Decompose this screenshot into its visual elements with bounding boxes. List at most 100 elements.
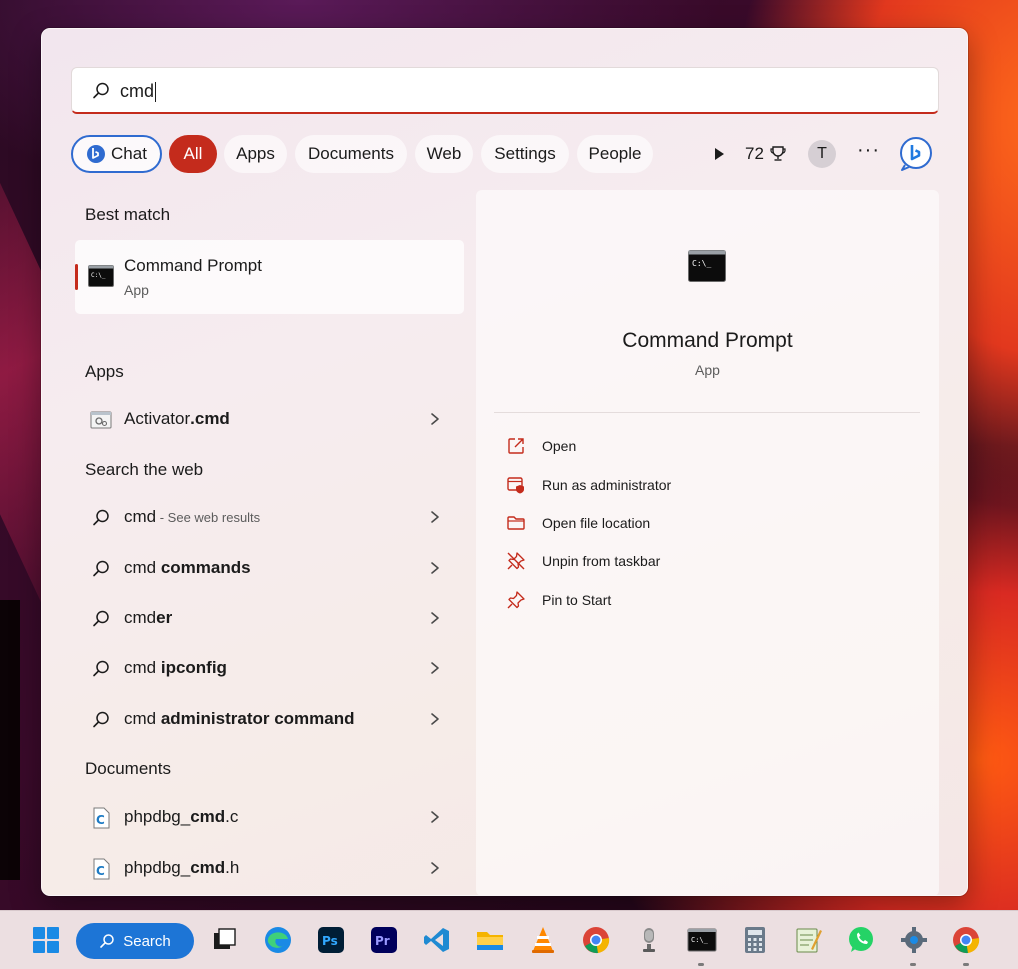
settings-icon[interactable] <box>899 925 929 955</box>
web-result-label: cmder <box>124 608 173 627</box>
command-prompt-icon[interactable]: C:\_ <box>687 925 717 955</box>
edge-icon[interactable] <box>263 925 293 955</box>
whatsapp-icon[interactable] <box>846 925 876 955</box>
rewards-points[interactable]: 72 <box>745 144 788 164</box>
search-icon <box>93 82 109 99</box>
web-result-row[interactable]: cmd - See web results <box>75 495 464 539</box>
search-input[interactable]: cmd <box>120 81 157 103</box>
run-as-admin-action[interactable]: Run as administrator <box>506 470 906 500</box>
svg-text:Pr: Pr <box>375 934 390 948</box>
document-result-row[interactable]: C phpdbg_cmd.c <box>75 795 464 839</box>
chat-filter-button[interactable]: Chat <box>71 135 162 173</box>
chrome-icon-2[interactable] <box>951 925 981 955</box>
all-filter-label: All <box>183 144 203 163</box>
svg-text:C:\_: C:\_ <box>91 272 106 279</box>
search-icon <box>93 711 109 728</box>
search-icon <box>100 934 114 948</box>
photoshop-icon[interactable]: Ps <box>316 925 346 955</box>
apps-filter-label: Apps <box>236 144 275 163</box>
task-view-icon[interactable] <box>210 925 240 955</box>
documents-heading: Documents <box>85 759 171 778</box>
action-label: Run as administrator <box>542 477 672 493</box>
selection-indicator <box>75 264 78 290</box>
open-action[interactable]: Open <box>506 431 906 461</box>
c-source-file-icon: C <box>93 807 110 829</box>
open-file-location-action[interactable]: Open file location <box>506 508 906 538</box>
chevron-right-icon <box>431 713 439 725</box>
pin-icon <box>507 591 525 609</box>
pin-to-start-action[interactable]: Pin to Start <box>506 585 906 615</box>
filter-bar: Chat All Apps Documents Web Settings Peo… <box>71 135 939 175</box>
chevron-right-icon <box>431 511 439 523</box>
web-result-label: cmd administrator command <box>124 709 355 728</box>
web-result-label: cmd ipconfig <box>124 658 227 677</box>
all-filter-button[interactable]: All <box>169 135 217 173</box>
unpin-icon <box>507 552 525 570</box>
best-match-item[interactable]: C:\_ Command Prompt App <box>75 240 464 314</box>
settings-filter-label: Settings <box>494 144 556 163</box>
web-result-row[interactable]: cmd ipconfig <box>75 646 464 690</box>
action-label: Pin to Start <box>542 592 612 608</box>
vscode-icon[interactable] <box>422 925 452 955</box>
document-result-row[interactable]: C phpdbg_cmd.h <box>75 846 464 890</box>
apps-filter-button[interactable]: Apps <box>224 135 287 173</box>
account-avatar[interactable]: T <box>808 140 836 168</box>
action-label: Unpin from taskbar <box>542 553 661 569</box>
search-icon <box>93 509 109 526</box>
documents-filter-label: Documents <box>308 144 394 163</box>
windows-start-icon[interactable] <box>31 925 61 955</box>
web-result-row[interactable]: cmder <box>75 596 464 640</box>
chevron-right-icon <box>431 662 439 674</box>
running-indicator <box>910 963 916 966</box>
best-match-type: App <box>124 282 149 298</box>
search-box[interactable]: cmd <box>71 67 939 114</box>
documents-filter-button[interactable]: Documents <box>295 135 407 173</box>
web-result-row[interactable]: cmd administrator command <box>75 697 464 741</box>
document-result-label: phpdbg_cmd.c <box>124 807 239 826</box>
web-filter-button[interactable]: Web <box>415 135 473 173</box>
play-more-icon[interactable] <box>711 146 727 162</box>
notepad-icon[interactable] <box>793 925 823 955</box>
file-explorer-icon[interactable] <box>475 925 505 955</box>
chevron-right-icon <box>431 562 439 574</box>
settings-filter-button[interactable]: Settings <box>481 135 569 173</box>
chevron-right-icon <box>431 612 439 624</box>
c-header-file-icon: C <box>93 858 110 880</box>
app-result-row[interactable]: Activator.cmd <box>75 397 464 441</box>
people-filter-button[interactable]: People <box>577 135 653 173</box>
best-match-name: Command Prompt <box>124 256 262 275</box>
text-caret <box>155 82 157 103</box>
bing-icon <box>87 145 106 163</box>
taskbar-search-button[interactable]: Search <box>76 923 194 959</box>
document-result-label: phpdbg_cmd.h <box>124 858 240 877</box>
search-web-heading: Search the web <box>85 460 204 479</box>
open-external-icon <box>508 438 524 454</box>
preview-type: App <box>695 362 720 378</box>
svg-text:C: C <box>96 813 105 827</box>
taskbar-search-label: Search <box>123 932 171 950</box>
web-result-row[interactable]: cmd commands <box>75 546 464 590</box>
apps-heading: Apps <box>85 362 124 381</box>
microphone-app-icon[interactable] <box>634 925 664 955</box>
svg-text:Ps: Ps <box>322 934 338 948</box>
unpin-taskbar-action[interactable]: Unpin from taskbar <box>506 546 906 576</box>
premiere-icon[interactable]: Pr <box>369 925 399 955</box>
command-prompt-icon: C:\_ <box>688 250 726 282</box>
folder-icon <box>507 516 525 530</box>
calculator-icon[interactable] <box>740 925 770 955</box>
chevron-right-icon <box>431 862 439 874</box>
vlc-icon[interactable] <box>528 925 558 955</box>
people-filter-label: People <box>588 144 642 163</box>
run-as-admin-icon <box>507 477 524 494</box>
chrome-icon[interactable] <box>581 925 611 955</box>
avatar-initial: T <box>817 145 827 162</box>
trophy-icon <box>770 146 786 161</box>
rewards-points-value: 72 <box>745 144 764 163</box>
search-panel: cmd Chat All Apps Documents Web Settings… <box>41 28 968 896</box>
batch-file-icon <box>90 411 112 429</box>
bing-chat-icon[interactable] <box>897 135 935 173</box>
running-indicator <box>698 963 704 966</box>
chevron-right-icon <box>431 413 439 425</box>
more-options-icon[interactable]: ··· <box>857 139 880 162</box>
svg-text:C:\_: C:\_ <box>691 936 709 944</box>
